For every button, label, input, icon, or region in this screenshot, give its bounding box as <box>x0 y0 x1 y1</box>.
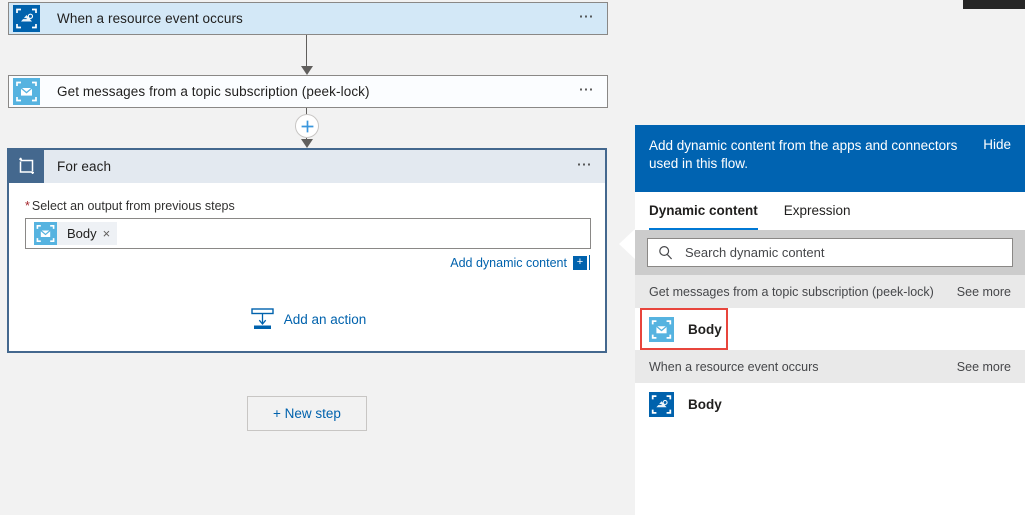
flow-card-trigger[interactable]: When a resource event occurs ⋯ <box>8 2 608 35</box>
add-dynamic-content-row: Add dynamic content + <box>25 255 591 270</box>
for-each-header[interactable]: For each ⋯ <box>9 150 605 183</box>
text-cursor <box>589 255 590 270</box>
dynamic-token-remove-icon[interactable]: × <box>103 226 118 241</box>
see-more-link-event-grid[interactable]: See more <box>957 360 1011 374</box>
dynamic-group-header-service-bus: Get messages from a topic subscription (… <box>635 275 1025 308</box>
dynamic-token-label: Body <box>67 226 97 241</box>
flow-card-trigger-menu-icon[interactable]: ⋯ <box>567 3 607 34</box>
event-grid-icon <box>9 3 44 34</box>
tab-expression[interactable]: Expression <box>784 192 851 230</box>
service-bus-icon <box>9 76 44 107</box>
tab-dynamic-content[interactable]: Dynamic content <box>649 192 758 230</box>
dynamic-item-body-event-grid[interactable]: Body <box>635 383 1025 425</box>
dynamic-content-tabs: Dynamic content Expression <box>635 192 1025 230</box>
select-output-label: * Select an output from previous steps <box>25 199 591 213</box>
select-output-label-text: Select an output from previous steps <box>31 199 235 213</box>
search-icon <box>659 245 673 260</box>
see-more-link-service-bus[interactable]: See more <box>957 285 1011 299</box>
dynamic-content-panel: Add dynamic content from the apps and co… <box>635 125 1025 515</box>
dynamic-content-callout-pointer <box>619 228 636 260</box>
dynamic-content-search-wrap: Search dynamic content <box>635 230 1025 275</box>
search-input-placeholder: Search dynamic content <box>685 245 825 260</box>
new-step-button[interactable]: + New step <box>247 396 367 431</box>
dynamic-group-header-event-grid: When a resource event occurs See more <box>635 350 1025 383</box>
dynamic-group-name: When a resource event occurs <box>649 359 819 374</box>
select-output-input[interactable]: Body × <box>25 218 591 249</box>
add-dynamic-content-link[interactable]: Add dynamic content <box>450 256 567 270</box>
service-bus-icon <box>34 222 57 245</box>
flow-card-action-menu-icon[interactable]: ⋯ <box>567 76 607 107</box>
flow-card-action-title: Get messages from a topic subscription (… <box>57 84 370 99</box>
search-input[interactable]: Search dynamic content <box>647 238 1013 267</box>
flow-designer-canvas: When a resource event occurs ⋯ Get messa… <box>0 0 632 515</box>
connector-arrow-1 <box>301 66 313 75</box>
add-dynamic-content-plus-button[interactable]: + <box>573 255 587 270</box>
event-grid-icon <box>649 391 674 417</box>
add-an-action-icon <box>251 308 274 329</box>
for-each-menu-icon[interactable]: ⋯ <box>565 150 605 183</box>
for-each-loop-icon <box>9 150 44 183</box>
flow-card-trigger-title: When a resource event occurs <box>57 11 243 26</box>
dynamic-group-name: Get messages from a topic subscription (… <box>649 284 934 299</box>
flow-card-for-each[interactable]: For each ⋯ * Select an output from previo… <box>7 148 607 353</box>
dynamic-item-label: Body <box>688 396 722 412</box>
service-bus-icon <box>649 316 674 342</box>
flow-card-action[interactable]: Get messages from a topic subscription (… <box>8 75 608 108</box>
for-each-body: * Select an output from previous steps Bo… <box>9 183 605 330</box>
dynamic-token-body[interactable]: Body × <box>34 222 118 245</box>
dynamic-item-label: Body <box>688 321 722 337</box>
add-an-action-label[interactable]: Add an action <box>284 312 367 327</box>
dynamic-content-panel-header: Add dynamic content from the apps and co… <box>635 125 1025 192</box>
hide-panel-button[interactable]: Hide <box>983 137 1011 152</box>
insert-step-plus-button[interactable] <box>295 114 319 138</box>
add-an-action-row[interactable]: Add an action <box>25 308 591 330</box>
dynamic-item-body-service-bus[interactable]: Body <box>635 308 1025 350</box>
connector-arrow-2 <box>301 139 313 148</box>
dynamic-content-panel-header-text: Add dynamic content from the apps and co… <box>649 138 958 171</box>
required-asterisk: * <box>25 199 30 213</box>
connector-line-1 <box>306 35 307 68</box>
top-dark-bar <box>963 0 1025 9</box>
for-each-title: For each <box>57 159 112 174</box>
